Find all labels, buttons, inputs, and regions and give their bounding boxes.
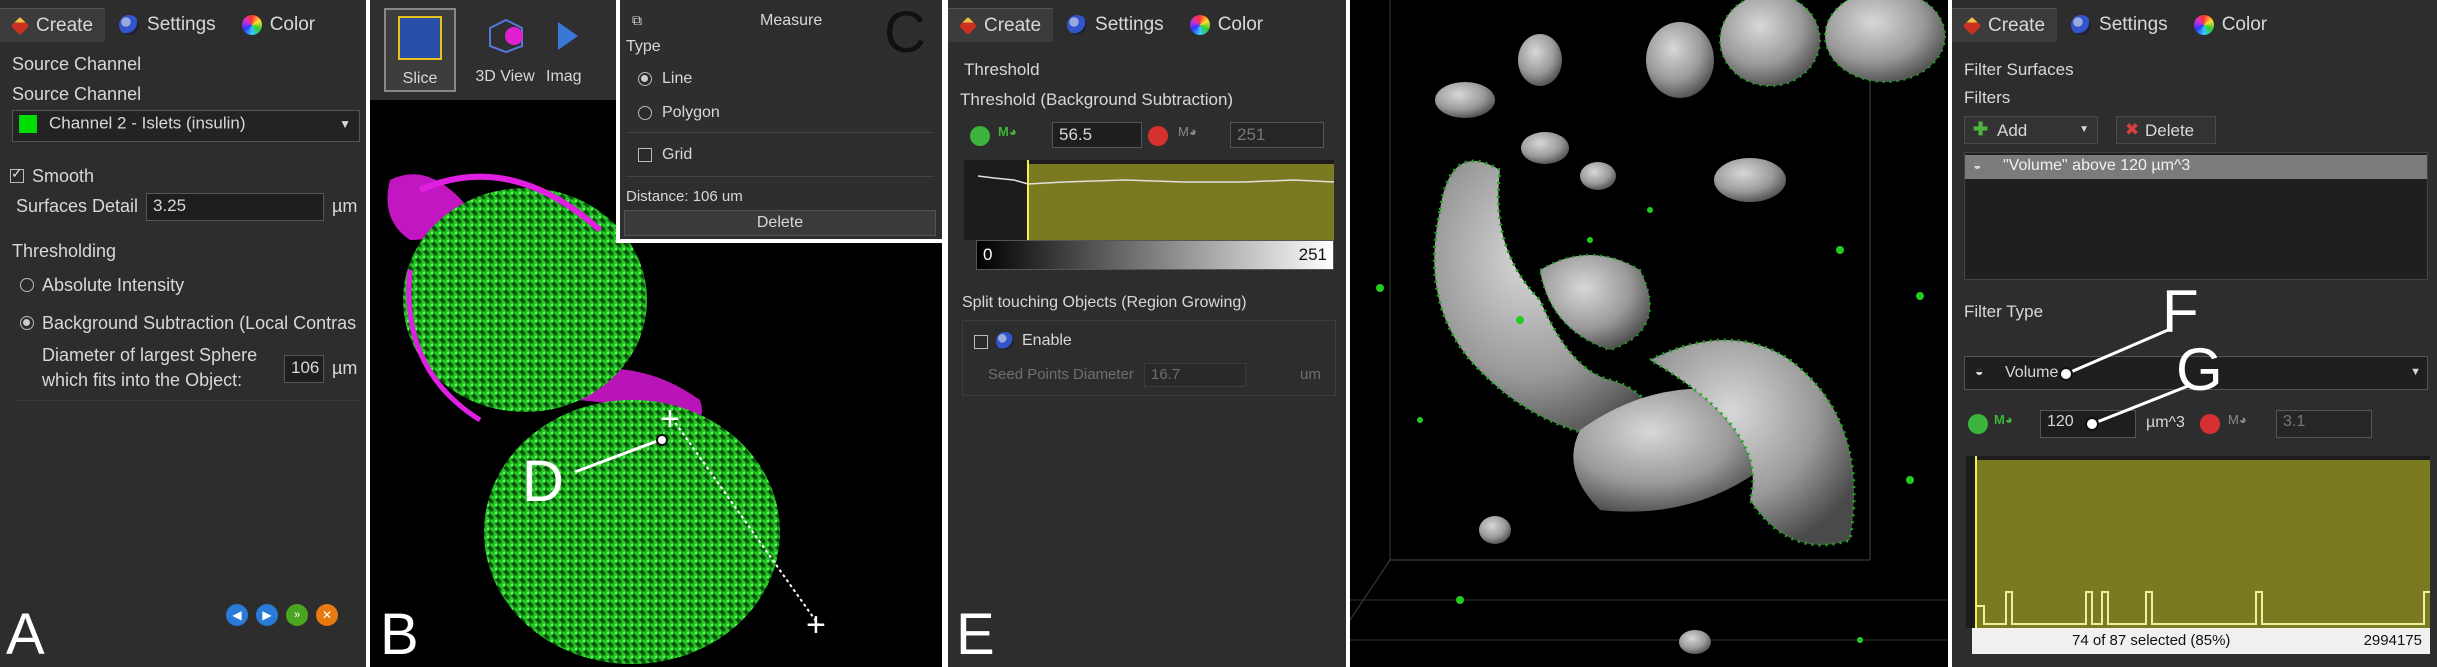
enable-checkbox[interactable] [974,335,988,349]
background-subtraction-radio[interactable] [20,316,34,330]
tab-create[interactable]: Create [948,8,1054,42]
lower-islet [484,400,780,664]
enable-label: Enable [1022,332,1072,349]
slice-icon [398,16,442,60]
settings-icon [1067,15,1088,35]
type-label: Type [626,38,661,55]
wizard-nav: ◀ ▶ » ✕ [226,604,338,626]
background-subtraction-label: Background Subtraction (Local Contras [42,313,357,333]
grid-label: Grid [662,146,693,163]
surfaces-detail-input[interactable]: 3.25 [146,193,324,221]
region-icon [996,332,1014,350]
separator [942,0,948,667]
image-button[interactable]: Imag [546,8,586,92]
panel-letter-c: C [884,0,926,65]
auto-high-icon[interactable] [1148,126,1168,146]
render-3d-view [1350,0,1950,667]
slice-button[interactable]: Slice [384,8,456,92]
panel-letter-e: E [956,602,995,667]
callout-d: D [522,449,564,514]
panel-a: Create Settings Color Source Channel Sou… [0,0,366,667]
panel-letter-a: A [6,602,45,667]
panel-a-tabs: Create Settings Color [0,8,327,42]
seed-points-input[interactable]: 16.7 [1144,363,1246,387]
high-threshold-input[interactable]: 251 [1230,122,1324,148]
thresholding-header: Thresholding [12,241,117,261]
intensity-gradient: 0 251 [976,240,1334,270]
cube-icon [484,14,528,54]
color-icon [241,15,262,35]
panel-e: Create Settings Color Threshold Threshol… [948,0,1346,667]
surface-rendering [1350,0,1950,654]
absolute-intensity-label: Absolute Intensity [42,275,185,295]
source-channel-label: Source Channel [12,84,142,104]
svg-text:+: + [660,400,680,438]
separator [1948,0,1952,667]
absolute-intensity-radio[interactable] [20,278,34,292]
divider [626,176,934,177]
diameter-unit: µm [332,358,358,378]
cancel-icon[interactable]: ✕ [316,604,338,626]
split-header: Split touching Objects (Region Growing) [962,294,1247,311]
first-icon[interactable]: ◀ [226,604,248,626]
tab-settings[interactable]: Settings [1055,8,1176,42]
low-threshold-input[interactable]: 56.5 [1052,122,1142,148]
threshold-header: Threshold [964,60,1040,79]
surfaces-detail-label: Surfaces Detail [16,196,139,216]
diameter-label-line1: Diameter of largest Sphere [42,345,258,365]
diameter-label-line2: which fits into the Object: [42,370,243,390]
color-icon [1189,15,1210,35]
3d-view-button[interactable]: 3D View [470,8,540,92]
next-icon[interactable]: ▶ [256,604,278,626]
diameter-input[interactable]: 106 [284,355,324,383]
seed-points-label: Seed Points Diameter [988,366,1134,383]
svg-text:+: + [806,606,826,644]
polygon-label: Polygon [662,104,720,121]
threshold-histogram[interactable] [964,160,1334,240]
divider [626,132,934,133]
tab-create[interactable]: Create [0,8,106,42]
upper-islet [403,188,647,412]
tab-settings[interactable]: Settings [107,8,228,42]
hist-max-label: 251 [1298,245,1327,264]
distance-readout: Distance: 106 um [626,188,743,205]
auto-low-icon[interactable] [970,126,990,146]
manual-low-icon[interactable]: M◕ [998,124,1017,139]
smooth-checkbox[interactable]: ✓ [10,165,24,183]
settings-icon [119,15,140,35]
callout-g: G [2176,336,2223,403]
surfaces-detail-unit: µm [332,196,358,216]
measure-title: Measure [760,12,823,29]
callout-f: F [2162,278,2199,345]
wand-icon [10,16,30,35]
finish-icon[interactable]: » [286,604,308,626]
grid-checkbox[interactable] [638,148,652,162]
manual-high-icon[interactable]: M◕ [1178,124,1197,139]
smooth-label: Smooth [32,166,95,186]
divider [14,400,360,401]
separator [366,0,370,667]
line-label: Line [662,70,693,87]
polygon-radio[interactable] [638,106,652,120]
panel-letter-b: B [380,602,419,667]
source-channel-header: Source Channel [12,54,142,74]
channel-dropdown[interactable]: Channel 2 - Islets (insulin) ▼ [12,110,360,142]
threshold-subheader: Threshold (Background Subtraction) [960,90,1234,109]
wand-icon [958,16,978,35]
panel-e-tabs: Create Settings Color [948,8,1275,42]
tab-color[interactable]: Color [230,8,327,42]
tab-color[interactable]: Color [1178,8,1275,42]
seed-points-unit: um [1300,366,1321,383]
chevron-down-icon: ▼ [339,117,351,131]
line-radio[interactable] [638,72,652,86]
hist-min-label: 0 [983,245,993,264]
delete-button[interactable]: Delete [624,210,936,236]
channel-color-swatch [19,114,37,133]
play-icon [558,22,578,50]
panel-filter: Create Settings Color Filter Surfaces Fi… [1952,0,2437,667]
separator [1346,0,1350,667]
panel-c-measure: ⧉ Measure Type Line Polygon Grid Distanc… [616,0,944,243]
popout-icon[interactable]: ⧉ [632,12,642,29]
